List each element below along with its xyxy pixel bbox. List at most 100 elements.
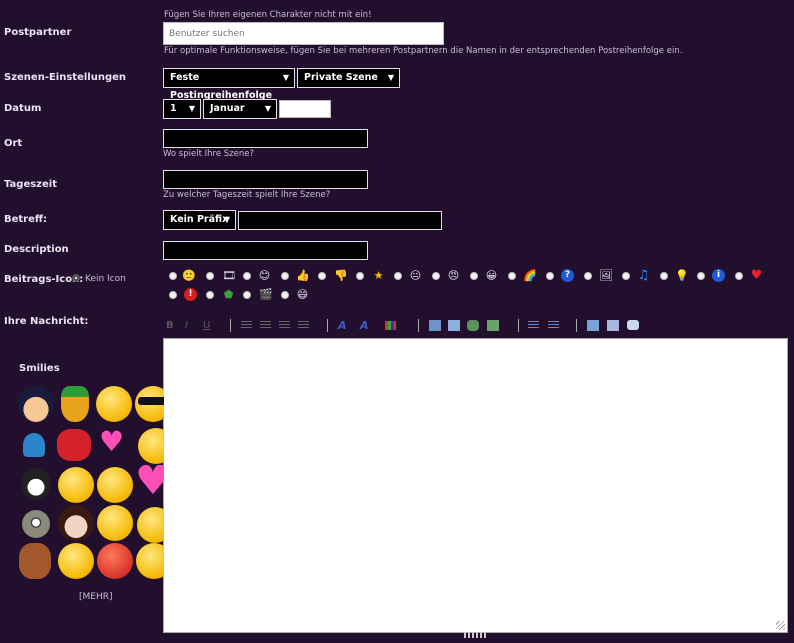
icon-radio[interactable] xyxy=(394,272,402,280)
one-eye-monster-smiley[interactable] xyxy=(22,510,50,538)
squirrel-smiley[interactable] xyxy=(19,543,51,579)
code-icon[interactable] xyxy=(487,320,499,331)
numbered-list-icon[interactable] xyxy=(548,321,559,330)
postpartner-note-top: Fügen Sie Ihren eigenen Charakter nicht … xyxy=(164,10,372,20)
bandaged-smiley[interactable] xyxy=(58,543,94,579)
place-input[interactable] xyxy=(163,129,368,148)
message-label: Ihre Nachricht: xyxy=(4,316,89,327)
message-editor[interactable] xyxy=(163,338,788,633)
quote-icon[interactable] xyxy=(627,320,639,330)
icon-radio[interactable] xyxy=(584,272,592,280)
icon-radio[interactable] xyxy=(318,272,326,280)
icon-radio[interactable] xyxy=(470,272,478,280)
description-input[interactable] xyxy=(163,241,368,260)
icon-radio[interactable] xyxy=(622,272,630,280)
icon-radio[interactable] xyxy=(697,272,705,280)
clapper-icon: 🎬 xyxy=(259,288,273,301)
facepalm-smiley[interactable] xyxy=(96,386,132,422)
resize-handle-icon[interactable] xyxy=(776,621,785,630)
icon-radio[interactable] xyxy=(546,272,554,280)
devil-smiley[interactable] xyxy=(97,543,133,579)
icon-radio[interactable] xyxy=(281,272,289,280)
link-icon[interactable] xyxy=(467,320,479,331)
music-icon: ♫ xyxy=(637,268,650,283)
underline-icon[interactable]: U xyxy=(203,320,210,332)
font-icon[interactable]: A xyxy=(338,319,347,332)
subject-input[interactable] xyxy=(238,211,442,230)
chevron-down-icon: ▼ xyxy=(264,104,271,113)
photo-icon: 🖼 xyxy=(599,269,613,282)
thumbs-up-icon: 👍 xyxy=(296,269,310,282)
separator xyxy=(518,319,519,332)
php-icon[interactable] xyxy=(607,320,619,331)
lemon-smiley[interactable] xyxy=(137,507,164,543)
more-smilies-link[interactable]: [MEHR] xyxy=(79,592,113,602)
align-left-icon[interactable] xyxy=(241,321,252,330)
thumbs-down-icon: 👎 xyxy=(334,269,348,282)
icon-radio[interactable] xyxy=(356,272,364,280)
happy-smiley[interactable] xyxy=(97,505,133,541)
separator xyxy=(327,319,328,332)
vampire-girl-smiley[interactable] xyxy=(58,505,94,541)
icon-none-label: Kein Icon xyxy=(85,274,126,284)
source-icon[interactable] xyxy=(587,320,599,331)
bold-icon[interactable]: B xyxy=(166,320,174,332)
date-month-value: Januar xyxy=(210,103,245,114)
email-icon[interactable] xyxy=(448,320,460,331)
blushing-smiley[interactable] xyxy=(136,543,164,579)
scene-privacy-select[interactable]: Private Szene ▼ xyxy=(297,68,400,88)
align-justify-icon[interactable] xyxy=(298,321,309,330)
smilies-title: Smilies xyxy=(19,363,60,374)
icon-radio[interactable] xyxy=(660,272,668,280)
align-right-icon[interactable] xyxy=(279,321,290,330)
italic-icon[interactable]: I xyxy=(185,320,188,332)
description-label: Description xyxy=(4,244,69,255)
emo-boy-smiley[interactable] xyxy=(18,386,54,422)
pineapple-smiley[interactable] xyxy=(61,386,89,422)
question-icon: ? xyxy=(561,269,574,282)
posting-order-select[interactable]: Feste Postingreihenfolge ▼ xyxy=(163,68,295,101)
bullet-list-icon[interactable] xyxy=(528,321,539,330)
icon-radio[interactable] xyxy=(243,291,251,299)
date-month-select[interactable]: Januar ▼ xyxy=(203,99,277,119)
icon-radio[interactable] xyxy=(243,272,251,280)
icon-none-radio[interactable] xyxy=(72,274,80,282)
big-grin-smiley[interactable] xyxy=(58,467,94,503)
subject-prefix-select[interactable]: Kein Präfix ▼ xyxy=(163,210,236,230)
smile-smiley[interactable] xyxy=(97,467,133,503)
icon-radio[interactable] xyxy=(735,272,743,280)
daytime-input[interactable] xyxy=(163,170,368,189)
penguin-smiley[interactable] xyxy=(22,468,50,500)
chevron-down-icon: ▼ xyxy=(387,73,394,82)
info-icon: i xyxy=(712,269,725,282)
date-year-input[interactable] xyxy=(279,100,331,118)
icon-radio[interactable] xyxy=(432,272,440,280)
pink-heart-icon[interactable]: ♥ xyxy=(99,427,124,457)
icon-radio[interactable] xyxy=(169,272,177,280)
smilies-grid: ♥ ♥ xyxy=(17,385,164,585)
star-icon: ★ xyxy=(373,269,384,282)
scene-privacy-value: Private Szene xyxy=(304,72,378,83)
font-size-icon[interactable]: A xyxy=(360,319,369,332)
big-heart-icon[interactable]: ♥ xyxy=(135,459,164,503)
align-center-icon[interactable] xyxy=(260,321,271,330)
drag-handle-icon[interactable] xyxy=(464,632,486,638)
subject-label: Betreff: xyxy=(4,214,47,225)
separator xyxy=(418,319,419,332)
red-monster-smiley[interactable] xyxy=(57,429,91,461)
icon-radio[interactable] xyxy=(508,272,516,280)
postpartner-search-input[interactable] xyxy=(163,22,444,45)
date-day-select[interactable]: 1 ▼ xyxy=(163,99,201,119)
sunglasses-icon xyxy=(138,397,164,405)
dino-smiley[interactable] xyxy=(23,433,45,457)
icon-radio[interactable] xyxy=(206,291,214,299)
laugh-icon: 😄 xyxy=(296,288,309,301)
icon-radio[interactable] xyxy=(206,272,214,280)
icon-radio[interactable] xyxy=(281,291,289,299)
font-color-icon[interactable] xyxy=(385,321,396,330)
scene-settings-label: Szenen-Einstellungen xyxy=(4,72,127,83)
postpartner-label: Postpartner xyxy=(4,27,72,38)
icon-radio[interactable] xyxy=(169,291,177,299)
image-icon[interactable] xyxy=(429,320,441,331)
place-hint: Wo spielt Ihre Szene? xyxy=(163,149,254,159)
